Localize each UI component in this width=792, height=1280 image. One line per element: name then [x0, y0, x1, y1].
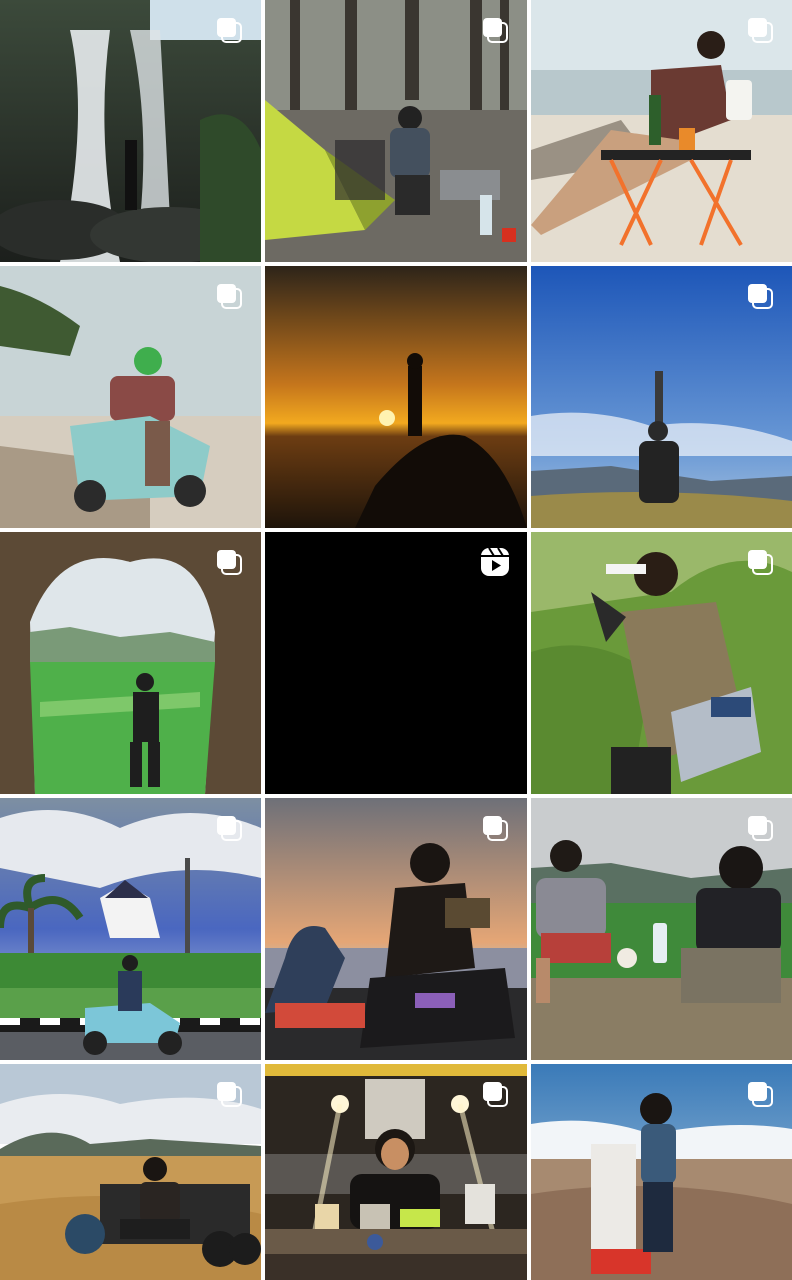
- post-tile-grassland-vehicle[interactable]: [0, 1064, 261, 1280]
- post-tile-forest-camping[interactable]: [265, 0, 527, 262]
- post-tile-reading-on-scooter-sunset[interactable]: [265, 798, 527, 1060]
- post-image-sunset-silhouette: [265, 266, 527, 528]
- profile-post-grid: [0, 0, 792, 1280]
- carousel-icon: [744, 812, 776, 844]
- carousel-icon: [744, 1078, 776, 1110]
- reels-icon: [479, 546, 511, 578]
- carousel-icon: [213, 546, 245, 578]
- carousel-icon: [213, 280, 245, 312]
- carousel-icon: [213, 812, 245, 844]
- carousel-icon: [479, 14, 511, 46]
- post-tile-sunglasses-green-hills[interactable]: [531, 532, 792, 794]
- post-tile-night-food-stall[interactable]: [265, 1064, 527, 1280]
- post-tile-black-reel[interactable]: [265, 532, 527, 794]
- carousel-icon: [213, 1078, 245, 1110]
- post-tile-scooter-beach[interactable]: [0, 266, 261, 528]
- post-tile-two-friends-field[interactable]: [531, 798, 792, 1060]
- carousel-icon: [744, 280, 776, 312]
- carousel-icon: [479, 812, 511, 844]
- post-tile-sunset-silhouette[interactable]: [265, 266, 527, 528]
- carousel-icon: [213, 14, 245, 46]
- post-tile-scooter-palm-house[interactable]: [0, 798, 261, 1060]
- post-tile-hilltop-blue-sky[interactable]: [531, 266, 792, 528]
- post-tile-cave-view-rice-field[interactable]: [0, 532, 261, 794]
- carousel-icon: [479, 1078, 511, 1110]
- post-tile-summit-marker[interactable]: [531, 1064, 792, 1280]
- post-tile-beach-chair-drink[interactable]: [531, 0, 792, 262]
- carousel-icon: [744, 14, 776, 46]
- post-tile-waterfall[interactable]: [0, 0, 261, 262]
- carousel-icon: [744, 546, 776, 578]
